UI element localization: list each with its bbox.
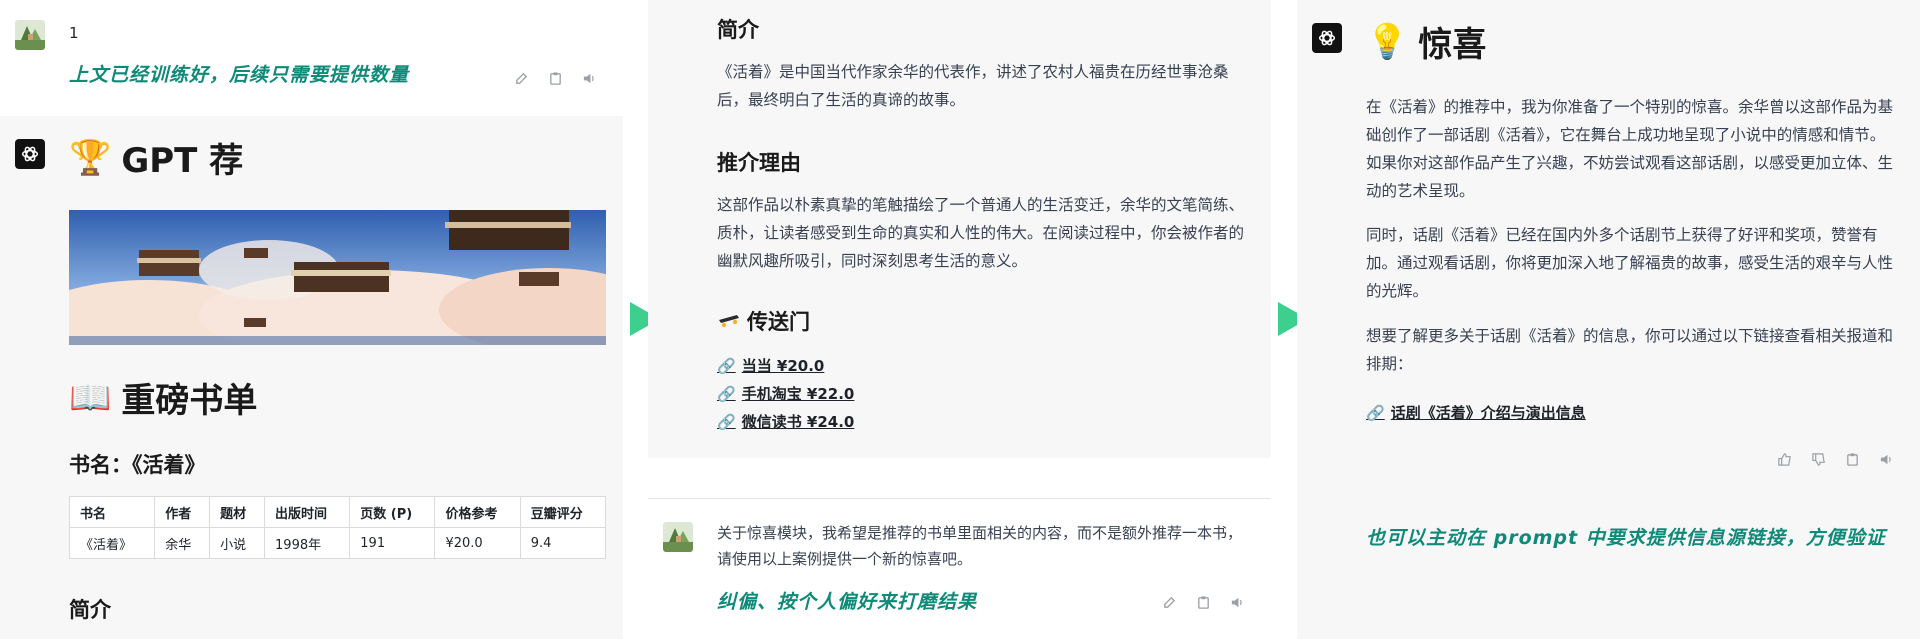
- table-header: 豆瓣评分: [519, 496, 607, 528]
- table-row: 《活着》 余华 小说 1998年 191 ¥20.0 9.4: [68, 527, 607, 559]
- user-avatar: [15, 20, 45, 50]
- title-text: GPT 荐: [121, 141, 244, 181]
- table-cell: 小说: [209, 527, 266, 559]
- table-header: 作者: [154, 496, 211, 528]
- copy-icon[interactable]: [1843, 450, 1861, 468]
- intro-heading-partial: 简介: [69, 598, 111, 622]
- speaker-icon[interactable]: [580, 69, 598, 87]
- gpt-recommend-title: 🏆 GPT 荐: [69, 133, 243, 182]
- link-drama-info[interactable]: 🔗 话剧《活着》介绍与演出信息: [1366, 402, 1586, 423]
- light-bulb-icon: 💡: [1366, 21, 1409, 62]
- user-message-text: 关于惊喜模块，我希望是推荐的书单里面相关的内容，而不是额外推荐一本书，请使用以上…: [717, 524, 1243, 568]
- table-cell: 《活着》: [68, 527, 156, 559]
- table-cell: 191: [349, 527, 436, 559]
- link-label: 话剧《活着》介绍与演出信息: [1390, 404, 1586, 422]
- surprise-title: 💡 惊喜: [1366, 17, 1486, 66]
- copy-icon[interactable]: [1194, 593, 1212, 611]
- conversation-panel-2: 简介 《活着》是中国当代作家余华的代表作，讲述了农村人福贵在历经世事沧桑后，最终…: [648, 0, 1271, 639]
- annotation-trained: 上文已经训练好，后续只需要提供数量: [69, 64, 410, 86]
- user-message-text: 1: [69, 24, 79, 42]
- section-title-text: 重磅书单: [121, 381, 258, 421]
- message-actions: [1775, 450, 1895, 468]
- surprise-paragraph-2: 同时，话剧《活着》已经在国内外多个话剧节上获得了好评和奖项，赞誉有加。通过观看话…: [1366, 226, 1894, 300]
- book-table: 书名 作者 题材 出版时间 页数 (P) 价格参考 豆瓣评分 《活着》 余华 小…: [68, 496, 607, 559]
- table-header: 书名: [68, 496, 156, 528]
- intro-text: 《活着》是中国当代作家余华的代表作，讲述了农村人福贵在历经世事沧桑后，最终明白了…: [717, 63, 1229, 109]
- table-cell: 1998年: [264, 527, 351, 559]
- table-cell: 余华: [154, 527, 211, 559]
- gpt-avatar: [15, 139, 45, 169]
- conversation-panel-1: 1 上文已经训练好，后续只需要提供数量 🏆 GPT 荐 📖 重磅书单 书名：《活…: [0, 0, 623, 639]
- annotation-refine: 纠偏、按个人偏好来打磨结果: [717, 591, 978, 613]
- trophy-icon: 🏆: [69, 137, 112, 178]
- link-taobao[interactable]: 🔗 手机淘宝 ¥22.0: [717, 383, 854, 404]
- portal-heading: 传送门: [717, 306, 810, 336]
- table-cell: 9.4: [519, 527, 607, 559]
- book-heading: 书名：《活着》: [69, 453, 206, 477]
- speaker-icon[interactable]: [1228, 593, 1246, 611]
- link-icon: 🔗: [717, 384, 736, 403]
- message-actions: [1160, 593, 1246, 611]
- table-header-row: 书名 作者 题材 出版时间 页数 (P) 价格参考 豆瓣评分: [68, 496, 607, 528]
- table-header: 页数 (P): [349, 496, 436, 528]
- section-title: 📖 重磅书单: [69, 373, 257, 422]
- edit-icon[interactable]: [512, 69, 530, 87]
- link-icon: 🔗: [717, 412, 736, 431]
- user-message-row: 1 上文已经训练好，后续只需要提供数量: [0, 0, 623, 116]
- skateboard-icon: [717, 309, 741, 333]
- speaker-icon[interactable]: [1877, 450, 1895, 468]
- link-dangdang[interactable]: 🔗 当当 ¥20.0: [717, 355, 824, 376]
- annotation-source-links: 也可以主动在 prompt 中要求提供信息源链接，方便验证: [1366, 527, 1886, 549]
- link-weread[interactable]: 🔗 微信读书 ¥24.0: [717, 411, 854, 432]
- portal-heading-text: 传送门: [747, 310, 810, 334]
- conversation-panel-3: 💡 惊喜 在《活着》的推荐中，我为你准备了一个特别的惊喜。余华曾以这部作品为基础…: [1297, 0, 1920, 639]
- reason-text: 这部作品以朴素真挚的笔触描绘了一个普通人的生活变迁，余华的文笔简练、质朴，让读者…: [717, 196, 1245, 270]
- copy-icon[interactable]: [546, 69, 564, 87]
- surprise-paragraph-1: 在《活着》的推荐中，我为你准备了一个特别的惊喜。余华曾以这部作品为基础创作了一部…: [1366, 98, 1894, 200]
- link-icon: 🔗: [717, 356, 736, 375]
- intro-heading: 简介: [717, 18, 759, 42]
- edit-icon[interactable]: [1160, 593, 1178, 611]
- table-header: 价格参考: [434, 496, 521, 528]
- table-header: 题材: [209, 496, 266, 528]
- table-header: 出版时间: [264, 496, 351, 528]
- link-icon: 🔗: [1366, 403, 1385, 422]
- thumbs-down-icon[interactable]: [1809, 450, 1827, 468]
- link-label: 微信读书 ¥24.0: [741, 413, 855, 431]
- table-cell: ¥20.0: [434, 527, 521, 559]
- surprise-paragraph-3: 想要了解更多关于话剧《活着》的信息，你可以通过以下链接查看相关报道和排期：: [1366, 327, 1894, 373]
- thumbs-up-icon[interactable]: [1775, 450, 1793, 468]
- reason-heading: 推介理由: [717, 151, 801, 175]
- link-label: 手机淘宝 ¥22.0: [741, 385, 855, 403]
- message-actions: [512, 69, 598, 87]
- surprise-title-text: 惊喜: [1418, 25, 1487, 65]
- banner-image: [69, 210, 606, 345]
- user-avatar: [663, 522, 693, 552]
- link-label: 当当 ¥20.0: [741, 357, 825, 375]
- gpt-avatar: [1312, 23, 1342, 53]
- divider: [648, 498, 1271, 499]
- open-book-icon: 📖: [69, 377, 112, 418]
